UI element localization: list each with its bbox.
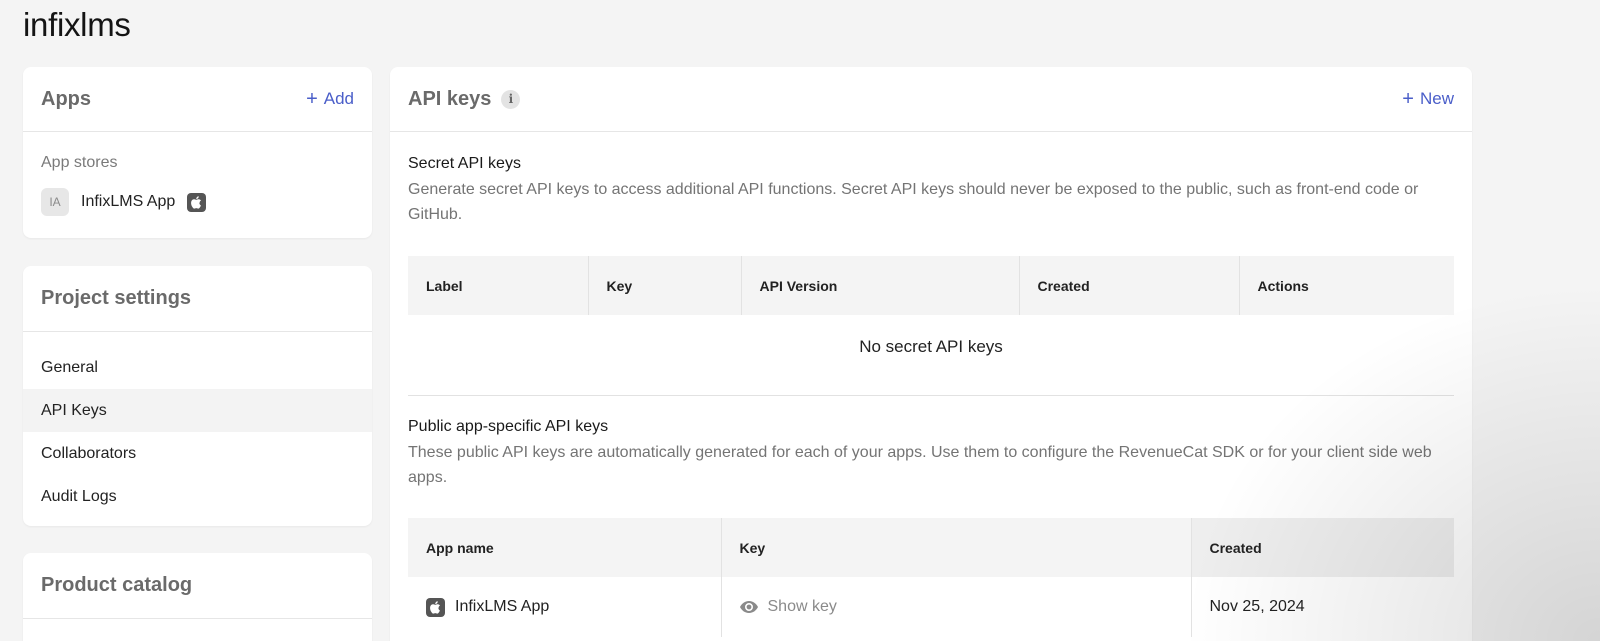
nav-item-collaborators[interactable]: Collaborators — [23, 432, 372, 475]
public-keys-description: These public API keys are automatically … — [408, 444, 1432, 486]
public-keys-title: Public app-specific API keys — [408, 418, 609, 435]
plus-icon: + — [306, 88, 318, 110]
key-cell: Show key — [721, 577, 1192, 637]
app-item[interactable]: IA InfixLMS App — [23, 172, 372, 216]
column-header-app-name: App name — [408, 518, 722, 577]
project-settings-header: Project settings — [23, 266, 372, 332]
apple-icon — [426, 597, 445, 617]
settings-nav: General API Keys Collaborators Audit Log… — [23, 332, 372, 518]
column-header-created: Created — [1019, 256, 1240, 315]
column-header-created: Created — [1191, 518, 1454, 577]
created-cell: Nov 25, 2024 — [1209, 598, 1305, 615]
product-catalog-card: Product catalog — [23, 553, 372, 641]
secret-keys-table: Label Key API Version Created Actions No… — [408, 256, 1454, 379]
app-name: InfixLMS App — [455, 598, 550, 615]
column-header-label: Label — [408, 256, 589, 315]
secret-keys-description: Generate secret API keys to access addit… — [408, 181, 1419, 223]
column-header-actions: Actions — [1239, 256, 1454, 315]
app-name: InfixLMS App — [81, 193, 176, 210]
apps-card: Apps + Add App stores IA InfixLMS App — [23, 67, 372, 238]
secret-keys-title: Secret API keys — [408, 155, 521, 172]
column-header-key: Key — [721, 518, 1192, 577]
show-key-label: Show key — [767, 598, 837, 615]
secret-keys-empty-state: No secret API keys — [859, 337, 1003, 356]
plus-icon: + — [1402, 88, 1414, 110]
product-catalog-header: Product catalog — [23, 553, 372, 619]
new-api-key-label: New — [1419, 89, 1454, 108]
project-settings-card: Project settings General API Keys Collab… — [23, 266, 372, 526]
table-row: InfixLMS App Show key Nov 25, 2024 — [408, 577, 1454, 637]
api-keys-header: API keys i + New — [390, 67, 1472, 132]
project-settings-title: Project settings — [41, 287, 192, 309]
eye-icon — [739, 601, 758, 613]
public-keys-section: Public app-specific API keys These publi… — [390, 396, 1472, 637]
column-header-api-version: API Version — [741, 256, 1020, 315]
add-app-button[interactable]: + Add — [306, 89, 354, 109]
nav-item-api-keys[interactable]: API Keys — [23, 389, 372, 432]
apps-card-title: Apps — [41, 87, 91, 110]
new-api-key-button[interactable]: + New — [1402, 89, 1454, 109]
public-keys-table: App name Key Created InfixLMS App Show k… — [408, 518, 1454, 637]
show-key-button[interactable]: Show key — [739, 598, 1173, 616]
api-keys-title: API keys — [408, 87, 492, 110]
app-stores-label: App stores — [41, 154, 118, 171]
api-keys-card: API keys i + New Secret API keys Generat… — [390, 67, 1472, 641]
info-icon[interactable]: i — [501, 89, 521, 109]
apple-icon — [187, 192, 207, 212]
column-header-key: Key — [588, 256, 742, 315]
add-app-label: Add — [323, 89, 354, 108]
apps-card-header: Apps + Add — [23, 67, 372, 132]
project-title: infixlms — [23, 6, 131, 43]
product-catalog-title[interactable]: Product catalog — [41, 574, 192, 597]
secret-keys-section: Secret API keys Generate secret API keys… — [390, 132, 1472, 379]
nav-item-audit-logs[interactable]: Audit Logs — [23, 475, 372, 518]
nav-item-general[interactable]: General — [23, 346, 372, 389]
app-avatar: IA — [41, 188, 69, 216]
app-name-cell: InfixLMS App — [408, 577, 722, 637]
